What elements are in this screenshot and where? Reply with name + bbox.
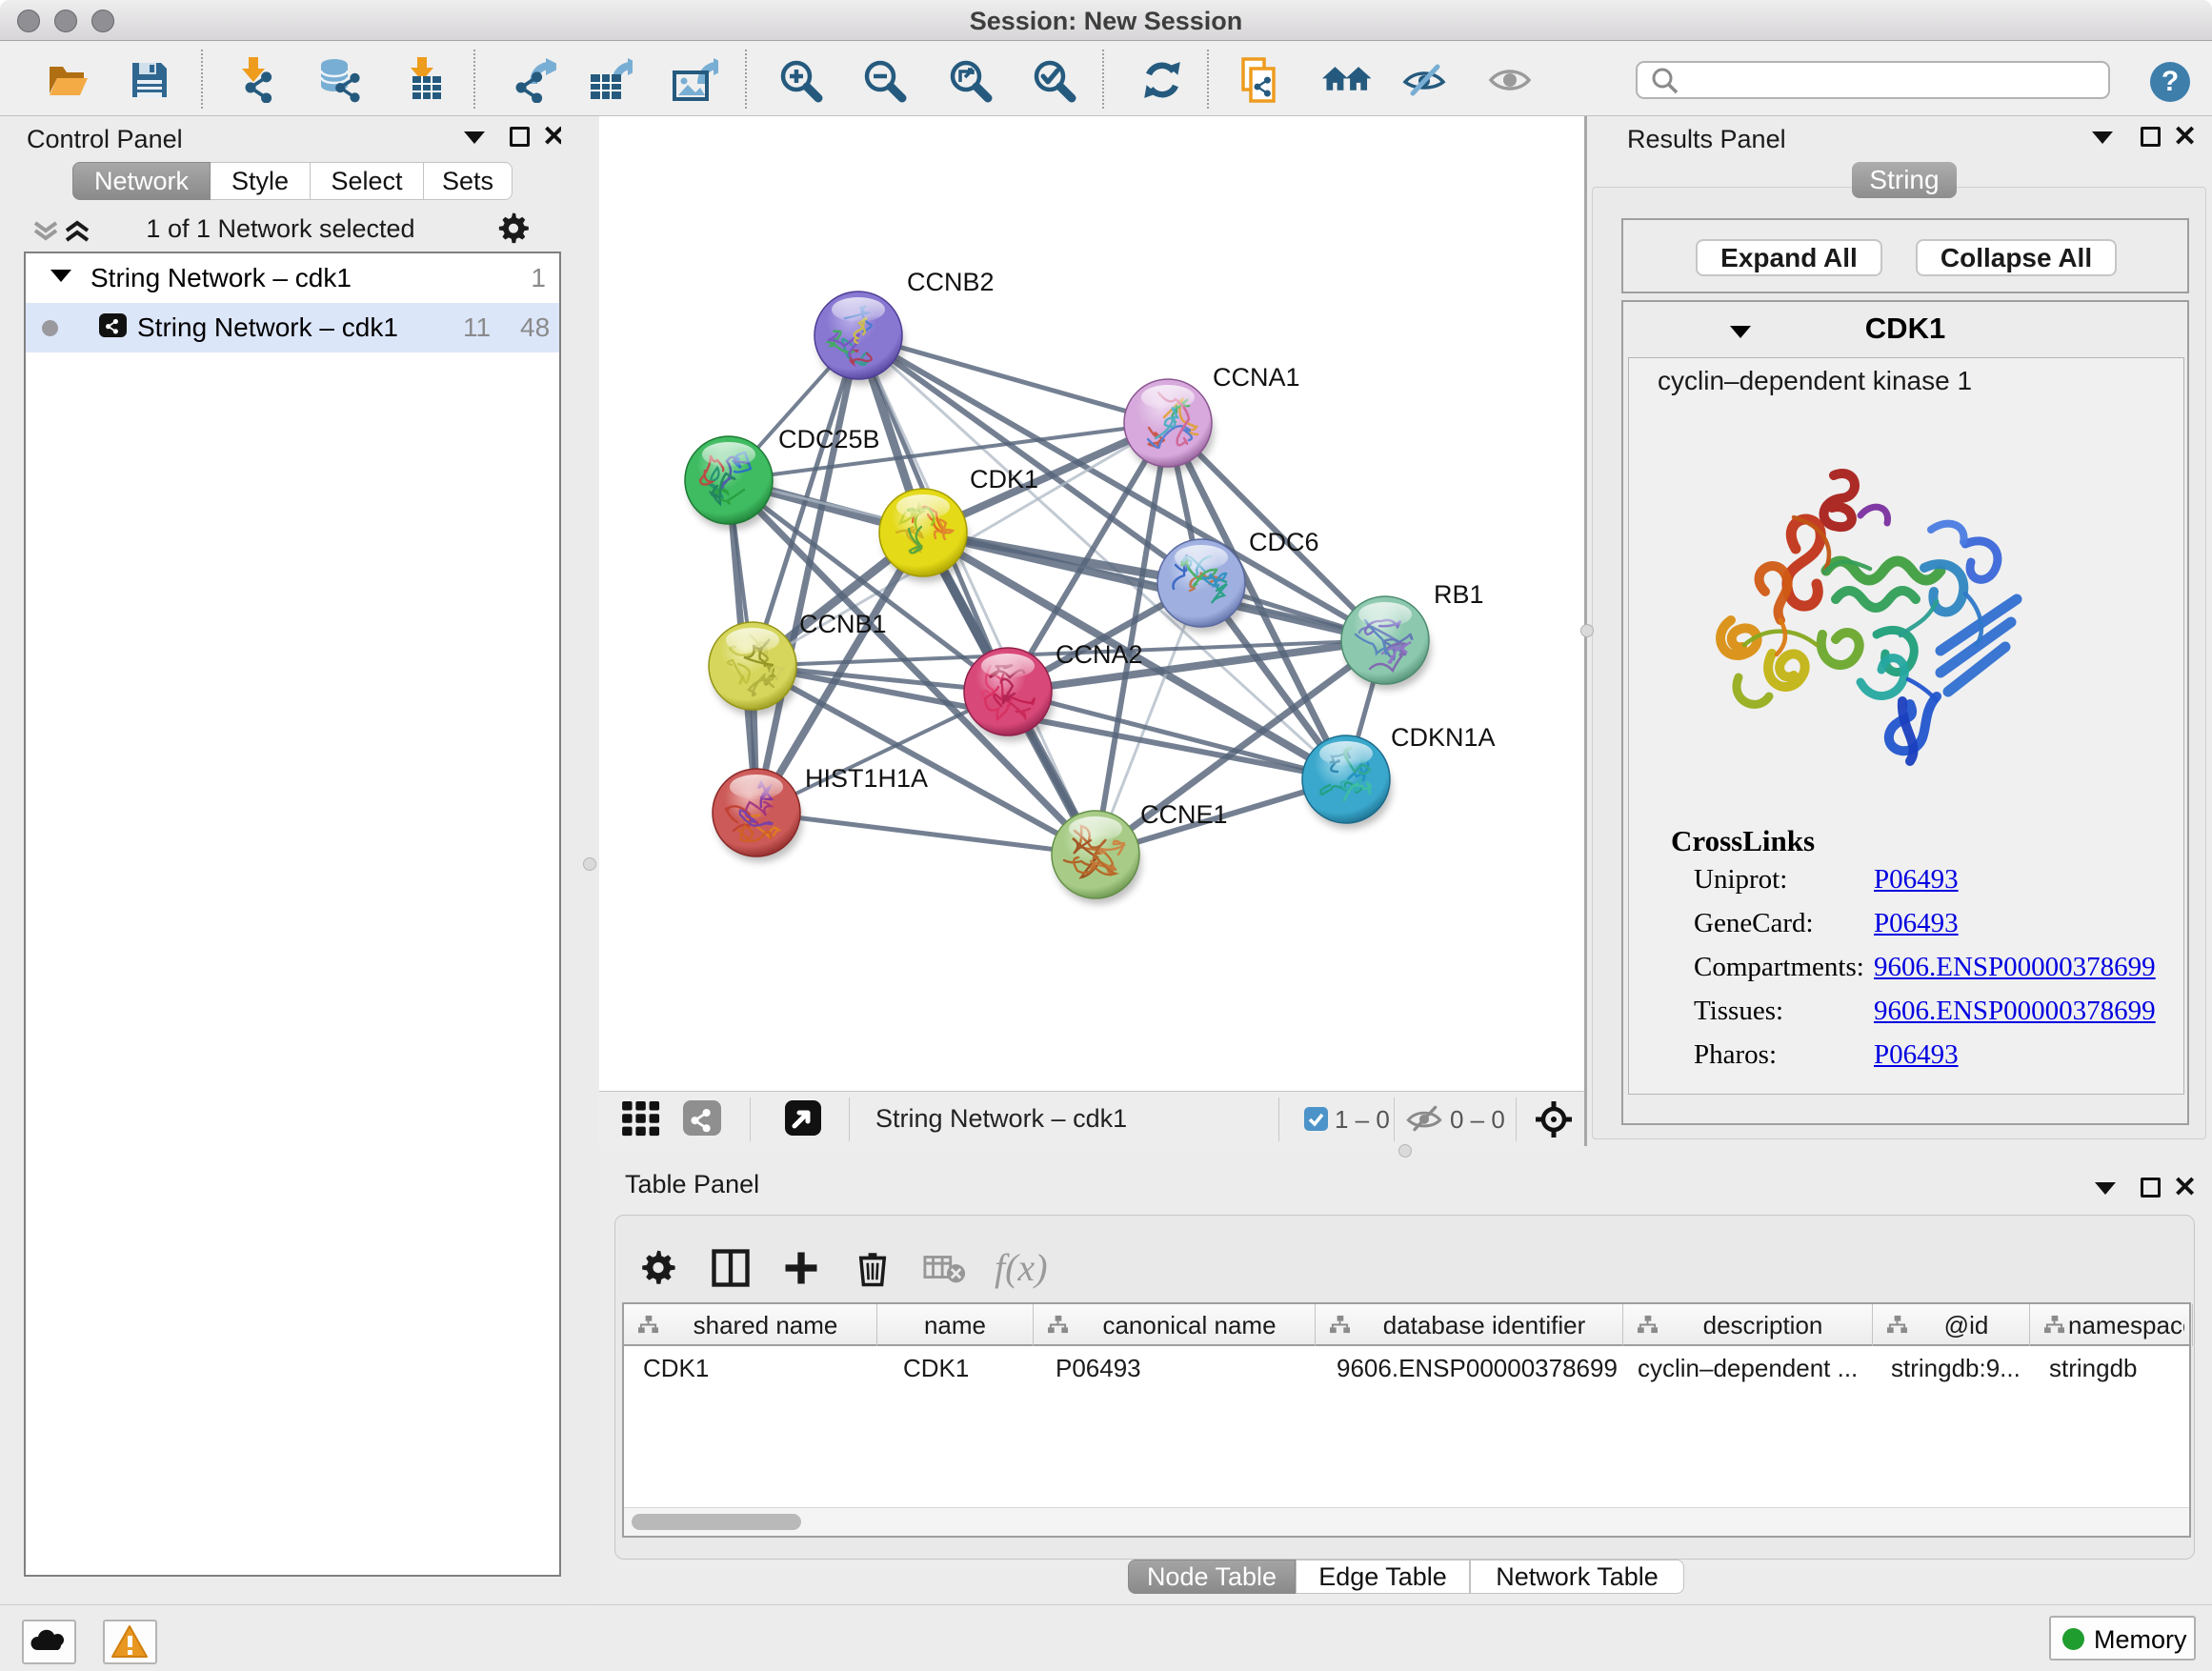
svg-text:CCNB2: CCNB2 [907, 268, 995, 296]
svg-text:CCNE1: CCNE1 [1140, 800, 1228, 829]
svg-text:CCNB1: CCNB1 [799, 610, 887, 638]
svg-text:CDC6: CDC6 [1249, 528, 1319, 556]
svg-text:CCNA1: CCNA1 [1213, 363, 1300, 392]
svg-text:CDC25B: CDC25B [778, 425, 880, 453]
svg-text:CCNA2: CCNA2 [1056, 640, 1143, 669]
svg-text:RB1: RB1 [1434, 580, 1484, 609]
svg-text:HIST1H1A: HIST1H1A [805, 764, 928, 793]
svg-text:CDK1: CDK1 [970, 465, 1038, 493]
svg-text:CDKN1A: CDKN1A [1391, 723, 1496, 752]
